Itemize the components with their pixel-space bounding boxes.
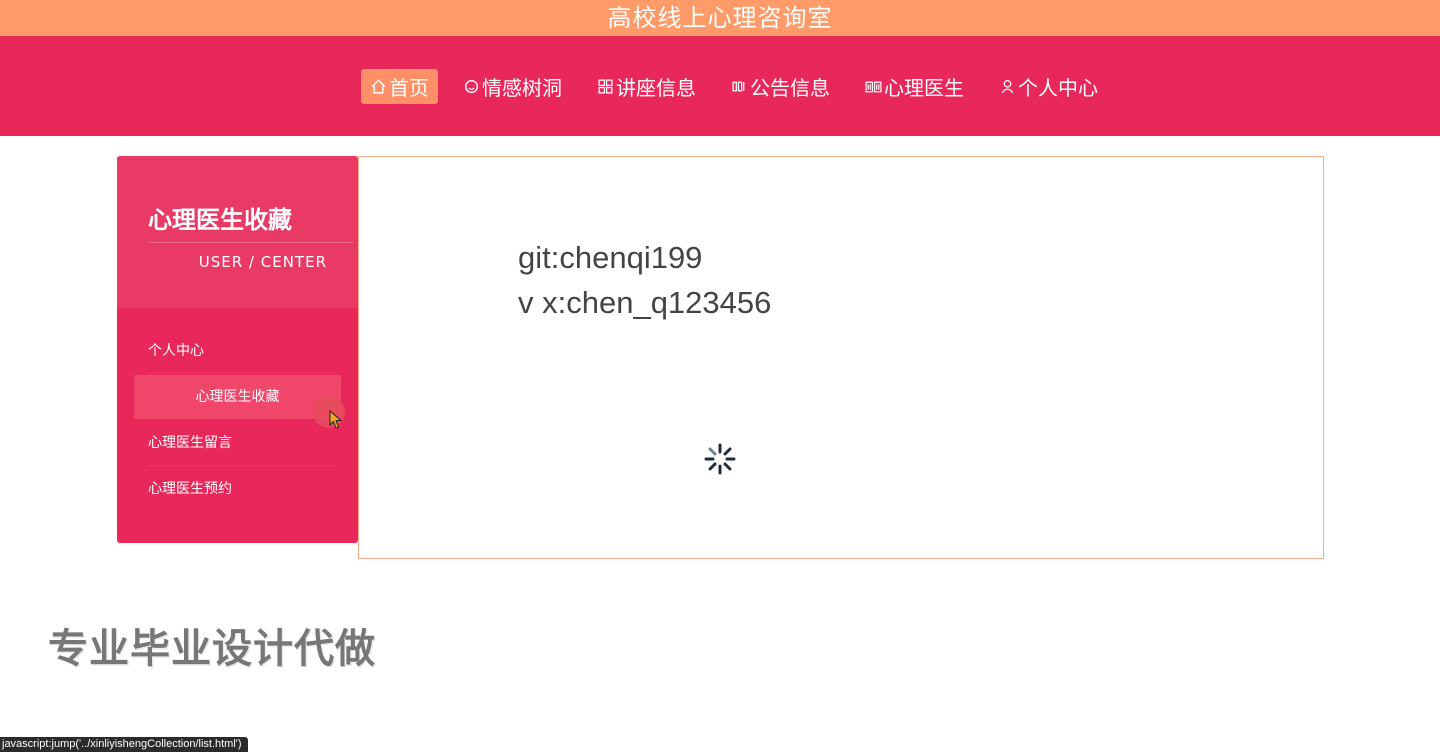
sidebar-item-label: 个人中心 xyxy=(148,343,204,359)
nav-label: 首页 xyxy=(389,76,429,100)
sidebar-item-label: 心理医生预约 xyxy=(148,481,232,497)
home-icon xyxy=(370,78,387,95)
sidebar-item-profile[interactable]: 个人中心 xyxy=(117,328,358,374)
status-bar-url: javascript:jump('../xinliyishengCollecti… xyxy=(0,737,248,752)
nav-item-doctor[interactable]: 心理医生 xyxy=(855,69,974,104)
sidebar-subtitle: USER / CENTER xyxy=(198,253,327,271)
nav-item-emotion[interactable]: 情感树洞 xyxy=(453,69,572,104)
nav-item-lecture[interactable]: 讲座信息 xyxy=(587,69,706,104)
content-panel: git:chenqi199 v x:chen_q123456 xyxy=(358,156,1324,559)
sidebar: 心理医生收藏 USER / CENTER 个人中心 心理医生收藏 心理医生留言 … xyxy=(117,156,358,543)
wechat-line: v x:chen_q123456 xyxy=(518,285,772,320)
sidebar-title: 心理医生收藏 xyxy=(148,206,292,234)
sidebar-divider xyxy=(148,242,353,243)
sidebar-item-doctor-messages[interactable]: 心理医生留言 xyxy=(117,420,358,466)
nav-item-notice[interactable]: 公告信息 xyxy=(721,69,840,104)
watermark-text: 专业毕业设计代做 xyxy=(48,626,376,672)
nav-items: 首页 情感树洞 讲座信息 公告信息 心理医生 个人中心 xyxy=(361,69,1123,104)
nav-label: 个人中心 xyxy=(1018,76,1098,100)
sidebar-item-doctor-favorites[interactable]: 心理医生收藏 xyxy=(134,375,341,419)
loading-spinner-icon xyxy=(704,443,736,475)
nav-label: 情感树洞 xyxy=(482,76,562,100)
nav-item-home[interactable]: 首页 xyxy=(361,69,438,104)
nav-item-profile[interactable]: 个人中心 xyxy=(989,69,1108,104)
nav-label: 公告信息 xyxy=(750,76,830,100)
main-nav: 首页 情感树洞 讲座信息 公告信息 心理医生 个人中心 xyxy=(0,36,1440,136)
sidebar-header: 心理医生收藏 USER / CENTER xyxy=(117,156,358,308)
user-icon xyxy=(999,78,1016,95)
notice-icon xyxy=(731,78,748,95)
git-line: git:chenqi199 xyxy=(518,240,703,275)
site-title: 高校线上心理咨询室 xyxy=(0,0,1440,36)
nav-label: 讲座信息 xyxy=(616,76,696,100)
mouse-cursor-icon xyxy=(329,410,343,429)
nav-label: 心理医生 xyxy=(884,76,964,100)
divider xyxy=(148,373,336,374)
sidebar-item-label: 心理医生收藏 xyxy=(195,389,280,405)
sidebar-item-label: 心理医生留言 xyxy=(148,435,232,451)
grid-icon xyxy=(597,78,614,95)
book-icon xyxy=(865,78,882,95)
contact-info: git:chenqi199 v x:chen_q123456 xyxy=(518,235,771,325)
smile-icon xyxy=(463,78,480,95)
sidebar-item-doctor-appointments[interactable]: 心理医生预约 xyxy=(117,466,358,512)
